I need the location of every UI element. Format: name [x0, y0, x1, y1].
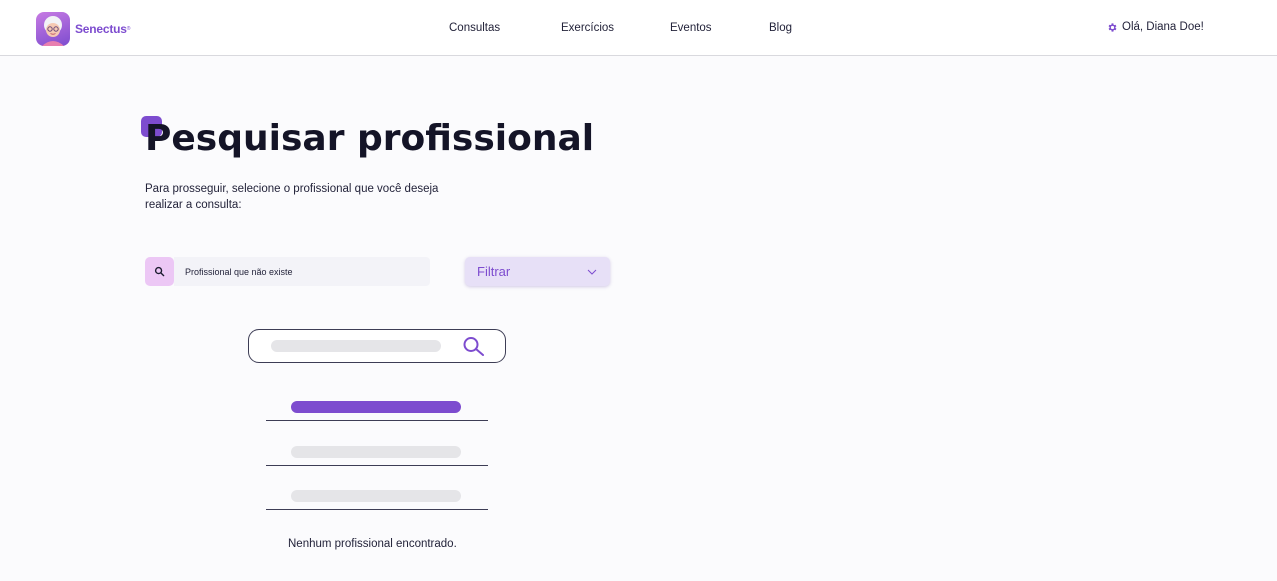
filter-dropdown[interactable]: Filtrar: [465, 257, 610, 286]
user-menu[interactable]: Olá, Diana Doe!: [1107, 21, 1204, 33]
brand-name: Senectus: [75, 22, 127, 36]
nav-item-consultas[interactable]: Consultas: [449, 22, 500, 34]
illustration-result-bar: [291, 446, 461, 458]
illustration-search-placeholder: [271, 340, 441, 352]
search-icon: [154, 266, 165, 277]
filter-label: Filtrar: [477, 264, 511, 279]
gear-icon: [1108, 22, 1117, 32]
nav-item-blog[interactable]: Blog: [769, 22, 792, 34]
illustration-divider: [266, 509, 488, 510]
grandma-avatar-icon: [36, 12, 70, 46]
page-subtitle: Para prosseguir, selecione o profissiona…: [145, 183, 439, 211]
chevron-down-icon: [587, 269, 597, 275]
illustration-divider: [266, 420, 488, 421]
nav-item-exercicios[interactable]: Exercícios: [561, 22, 614, 34]
search-button[interactable]: [145, 257, 174, 286]
page-title: Pesquisar profissional: [145, 118, 595, 159]
professional-search-input[interactable]: [174, 257, 430, 286]
trademark-symbol: ®: [126, 26, 131, 32]
top-navbar: Senectus ® Consultas Exercícios Eventos …: [0, 0, 1277, 56]
brand-logo[interactable]: Senectus ®: [36, 12, 130, 46]
illustration-result-bar: [291, 490, 461, 502]
user-greeting: Olá, Diana Doe!: [1122, 21, 1204, 33]
illustration-divider: [266, 465, 488, 466]
illustration-result-bar: [291, 401, 461, 413]
nav-item-eventos[interactable]: Eventos: [670, 22, 712, 34]
illustration-magnifier-icon: [463, 337, 484, 356]
empty-state-message: Nenhum profissional encontrado.: [288, 538, 457, 550]
